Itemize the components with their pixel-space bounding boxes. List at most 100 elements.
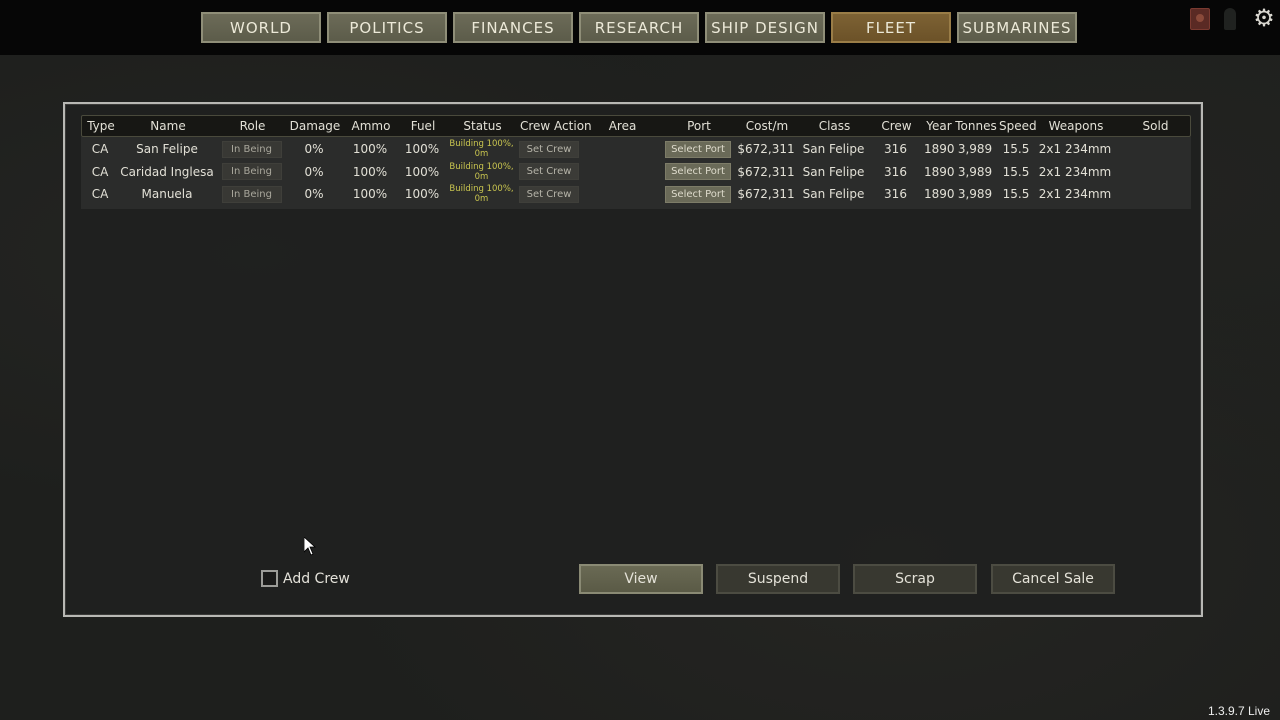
cell-ammo: 100% xyxy=(352,187,388,202)
header-area[interactable]: Area xyxy=(580,119,665,133)
cell-tonnes: 3,989 xyxy=(957,187,993,202)
header-tonnes[interactable]: Tonnes xyxy=(953,119,999,133)
cell-name: San Felipe xyxy=(136,142,198,157)
cell-name: Caridad Inglesa xyxy=(120,164,214,179)
cell-damage: 0% xyxy=(304,187,324,202)
cell-fuel: 100% xyxy=(404,187,440,202)
role-button[interactable]: In Being xyxy=(221,185,282,203)
header-class[interactable]: Class xyxy=(801,119,868,133)
cell-weapons: 2x1 234mm xyxy=(1038,187,1112,202)
header-speed[interactable]: Speed xyxy=(999,119,1037,133)
header-sold[interactable]: Sold xyxy=(1117,119,1194,133)
cell-class: San Felipe xyxy=(802,164,865,179)
fleet-panel: Type Name Role Damage Ammo Fuel Status C… xyxy=(63,102,1203,617)
header-port[interactable]: Port xyxy=(665,119,733,133)
fleet-table: Type Name Role Damage Ammo Fuel Status C… xyxy=(81,115,1191,209)
view-button[interactable]: View xyxy=(579,564,703,594)
suspend-button[interactable]: Suspend xyxy=(716,564,840,594)
cell-type: CA xyxy=(91,164,109,179)
checkbox-box[interactable] xyxy=(261,570,278,587)
cell-year: 1890 xyxy=(924,142,955,157)
role-button[interactable]: In Being xyxy=(221,140,282,158)
cell-type: CA xyxy=(91,187,109,202)
cell-ammo: 100% xyxy=(352,142,388,157)
header-role[interactable]: Role xyxy=(216,119,289,133)
cell-crew: 316 xyxy=(884,142,907,157)
select-port-button[interactable]: Select Port xyxy=(665,163,731,181)
version-label: 1.3.9.7 Live xyxy=(1207,704,1270,718)
cell-status: Building 100%, 0m xyxy=(444,184,519,204)
cell-year: 1890 xyxy=(924,187,955,202)
cell-weapons: 2x1 234mm xyxy=(1038,142,1112,157)
scrap-button[interactable]: Scrap xyxy=(853,564,977,594)
header-status[interactable]: Status xyxy=(445,119,520,133)
cell-speed: 15.5 xyxy=(1002,164,1030,179)
cell-cost: $672,311 xyxy=(737,187,795,202)
cell-port: Select Port xyxy=(664,185,732,203)
table-row[interactable]: CA Caridad Inglesa In Being 0% 100% 100% Build… xyxy=(81,161,1191,184)
tab-politics[interactable]: POLITICS xyxy=(327,12,447,43)
cell-role: In Being xyxy=(215,140,288,158)
cell-crew-action: Set Crew xyxy=(519,163,579,181)
header-crew-action[interactable]: Crew Action xyxy=(520,119,592,133)
select-port-button[interactable]: Select Port xyxy=(665,185,731,203)
cancel-sale-button[interactable]: Cancel Sale xyxy=(991,564,1115,594)
header-fuel[interactable]: Fuel xyxy=(401,119,445,133)
mouse-cursor-icon xyxy=(303,536,317,560)
cell-role: In Being xyxy=(215,185,288,203)
header-ammo[interactable]: Ammo xyxy=(341,119,401,133)
header-cost[interactable]: Cost/m xyxy=(733,119,801,133)
cell-tonnes: 3,989 xyxy=(957,142,993,157)
cell-class: San Felipe xyxy=(802,187,865,202)
tab-fleet[interactable]: FLEET xyxy=(831,12,951,43)
cell-speed: 15.5 xyxy=(1002,142,1030,157)
table-row[interactable]: CA Manuela In Being 0% 100% 100% Building 100%… xyxy=(81,183,1191,206)
header-crew[interactable]: Crew xyxy=(868,119,925,133)
cell-weapons: 2x1 234mm xyxy=(1038,164,1112,179)
cell-status: Building 100%, 0m xyxy=(444,162,519,182)
tab-submarines[interactable]: SUBMARINES xyxy=(957,12,1077,43)
add-crew-label: Add Crew xyxy=(283,570,350,587)
tab-world[interactable]: WORLD xyxy=(201,12,321,43)
set-crew-button[interactable]: Set Crew xyxy=(519,185,579,203)
person-icon[interactable] xyxy=(1224,8,1236,30)
cell-fuel: 100% xyxy=(404,142,440,157)
cell-crew: 316 xyxy=(884,164,907,179)
tab-research[interactable]: RESEARCH xyxy=(579,12,699,43)
cell-crew-action: Set Crew xyxy=(519,140,579,158)
tab-finances[interactable]: FINANCES xyxy=(453,12,573,43)
top-navigation-bar: WORLD POLITICS FINANCES RESEARCH SHIP DE… xyxy=(0,0,1280,55)
set-crew-button[interactable]: Set Crew xyxy=(519,163,579,181)
cell-cost: $672,311 xyxy=(737,164,795,179)
cell-crew-action: Set Crew xyxy=(519,185,579,203)
gear-icon[interactable]: ⚙ xyxy=(1252,6,1276,30)
cell-role: In Being xyxy=(215,163,288,181)
header-damage[interactable]: Damage xyxy=(289,119,341,133)
cell-damage: 0% xyxy=(304,164,324,179)
book-icon[interactable] xyxy=(1190,8,1210,30)
role-button[interactable]: In Being xyxy=(221,163,282,181)
cell-ammo: 100% xyxy=(352,164,388,179)
cell-crew: 316 xyxy=(884,187,907,202)
cell-fuel: 100% xyxy=(404,164,440,179)
cell-type: CA xyxy=(91,142,109,157)
header-type[interactable]: Type xyxy=(82,119,120,133)
table-row[interactable]: CA San Felipe In Being 0% 100% 100% Building 1… xyxy=(81,138,1191,161)
tab-ship-design[interactable]: SHIP DESIGN xyxy=(705,12,825,43)
status-text: Building 100%, 0m xyxy=(449,161,514,182)
cell-port: Select Port xyxy=(664,140,732,158)
header-name[interactable]: Name xyxy=(120,119,216,133)
cell-status: Building 100%, 0m xyxy=(444,139,519,159)
header-weapons[interactable]: Weapons xyxy=(1035,119,1117,133)
select-port-button[interactable]: Select Port xyxy=(665,140,731,158)
cell-tonnes: 3,989 xyxy=(957,164,993,179)
cell-year: 1890 xyxy=(924,164,955,179)
cell-damage: 0% xyxy=(304,142,324,157)
set-crew-button[interactable]: Set Crew xyxy=(519,140,579,158)
table-header: Type Name Role Damage Ammo Fuel Status C… xyxy=(81,115,1191,137)
status-text: Building 100%, 0m xyxy=(449,184,514,205)
add-crew-checkbox[interactable]: Add Crew xyxy=(261,570,350,587)
cell-name: Manuela xyxy=(141,187,193,202)
table-body: CA San Felipe In Being 0% 100% 100% Building 1… xyxy=(81,137,1191,209)
header-year[interactable]: Year xyxy=(925,119,953,133)
